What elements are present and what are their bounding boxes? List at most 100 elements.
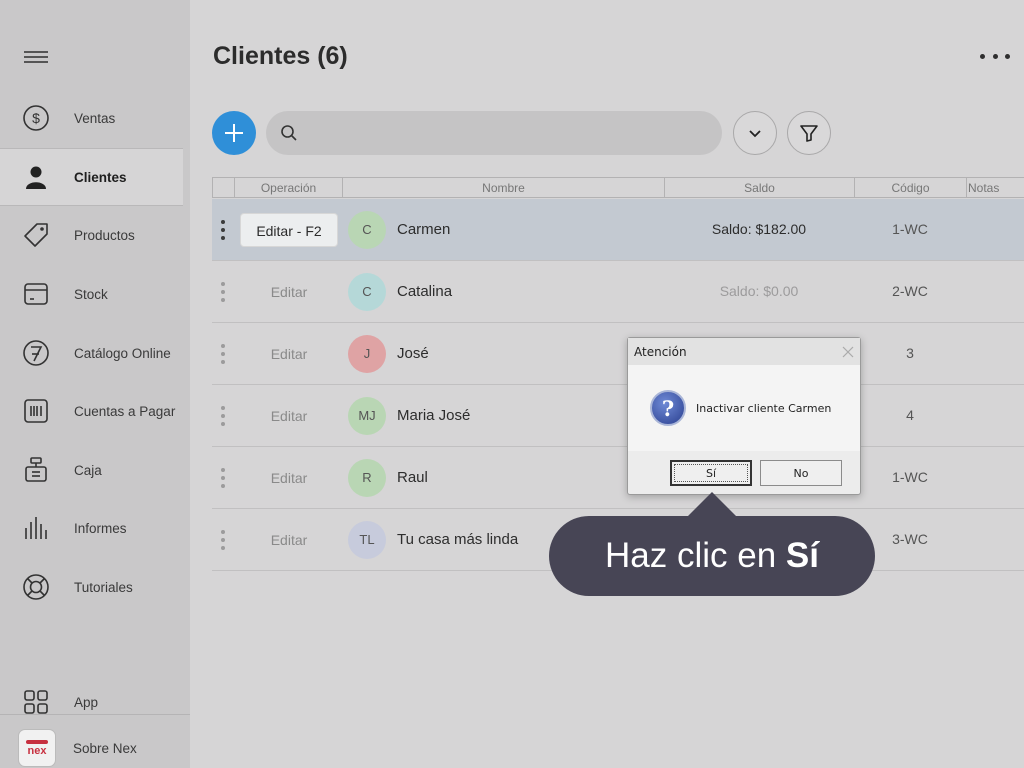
lifebuoy-icon: [21, 572, 51, 602]
row-drag-handle-icon[interactable]: [220, 406, 226, 426]
close-icon[interactable]: [842, 346, 854, 358]
edit-button[interactable]: Editar: [240, 275, 338, 309]
client-name: Maria José: [397, 407, 471, 424]
sidebar-item-label: Sobre Nex: [73, 740, 137, 756]
sidebar-item-stock[interactable]: Stock: [0, 265, 190, 323]
dialog-message: Inactivar cliente Carmen: [696, 401, 832, 415]
sidebar-divider: [0, 714, 190, 715]
edit-button[interactable]: Editar: [240, 337, 338, 371]
table-header: Operación Nombre Saldo Código Notas: [212, 177, 1024, 198]
column-header-codigo[interactable]: Código: [854, 178, 966, 198]
sidebar-item-productos[interactable]: Productos: [0, 206, 190, 264]
client-code: 3: [906, 345, 914, 361]
client-name: Tu casa más linda: [397, 531, 519, 548]
filter-icon: [800, 125, 818, 142]
dialog-titlebar: Atención: [628, 338, 860, 365]
client-code: 2-WC: [892, 283, 928, 299]
sidebar-item-label: Tutoriales: [74, 579, 133, 595]
column-header-operacion[interactable]: Operación: [234, 178, 342, 198]
table-row[interactable]: Editar R Raul 1-WC: [212, 447, 1024, 509]
client-name: Raul: [397, 469, 428, 486]
sidebar-item-label: Productos: [74, 227, 135, 243]
more-options-icon[interactable]: [980, 48, 1010, 64]
column-header-notas[interactable]: Notas: [966, 178, 1024, 198]
sort-dropdown-button[interactable]: [733, 111, 777, 155]
nex-logo-icon: nex: [18, 729, 56, 767]
client-code: 4: [906, 407, 914, 423]
sidebar-item-ventas[interactable]: $ Ventas: [0, 89, 190, 147]
table-row[interactable]: Editar C Catalina Saldo: $0.00 2-WC: [212, 261, 1024, 323]
search-icon: [281, 125, 297, 141]
avatar: MJ: [348, 397, 386, 435]
page-title: Clientes (6): [213, 42, 348, 70]
sidebar-item-label: Catálogo Online: [74, 345, 171, 361]
client-code: 1-WC: [892, 469, 928, 485]
column-header-saldo[interactable]: Saldo: [664, 178, 854, 198]
box-icon: [21, 279, 51, 309]
client-name: Catalina: [397, 283, 453, 300]
sidebar-item-clientes[interactable]: Clientes: [0, 148, 183, 206]
avatar: J: [348, 335, 386, 373]
search-input[interactable]: [308, 125, 708, 141]
question-icon: ?: [650, 390, 686, 426]
client-name: Carmen: [397, 221, 451, 238]
edit-button[interactable]: Editar - F2: [240, 213, 338, 247]
column-header-handle: [212, 178, 234, 198]
add-client-button[interactable]: [212, 111, 256, 155]
tag-icon: [21, 220, 51, 250]
tutorial-tooltip: Haz clic en Sí: [549, 516, 875, 596]
sidebar-item-label: App: [74, 694, 99, 710]
client-code: 1-WC: [892, 221, 928, 237]
cash-register-icon: [21, 455, 51, 485]
table-row[interactable]: Editar - F2 C Carmen Saldo: $182.00 1-WC: [212, 199, 1024, 261]
sidebar-item-caja[interactable]: Caja: [0, 441, 190, 499]
avatar: TL: [348, 521, 386, 559]
table-row[interactable]: Editar J José 3: [212, 323, 1024, 385]
person-icon: [21, 162, 51, 192]
sidebar-item-label: Cuentas a Pagar: [74, 403, 176, 419]
bar-chart-icon: [21, 513, 51, 543]
table-row[interactable]: Editar MJ Maria José 4: [212, 385, 1024, 447]
filter-button[interactable]: [787, 111, 831, 155]
dollar-circle-icon: $: [21, 103, 51, 133]
sidebar-item-informes[interactable]: Informes: [0, 499, 190, 557]
dialog-footer: Sí No: [628, 451, 860, 495]
yes-button[interactable]: Sí: [670, 460, 752, 486]
row-drag-handle-icon[interactable]: [220, 220, 226, 240]
client-saldo: Saldo: $182.00: [711, 221, 807, 237]
edit-button[interactable]: Editar: [240, 461, 338, 495]
sidebar-item-about[interactable]: nex Sobre Nex: [0, 719, 190, 768]
svg-text:$: $: [32, 110, 40, 126]
row-drag-handle-icon[interactable]: [220, 282, 226, 302]
sidebar-item-catalogo[interactable]: Catálogo Online: [0, 324, 190, 382]
menu-icon[interactable]: [24, 48, 48, 68]
sidebar-item-label: Ventas: [74, 110, 116, 126]
edit-button[interactable]: Editar: [240, 399, 338, 433]
sidebar-item-label: Stock: [74, 286, 108, 302]
sidebar-item-label: Caja: [74, 462, 102, 478]
avatar: C: [348, 273, 386, 311]
sidebar-item-label: Clientes: [74, 169, 127, 185]
barcode-icon: [21, 396, 51, 426]
row-drag-handle-icon[interactable]: [220, 344, 226, 364]
row-drag-handle-icon[interactable]: [220, 468, 226, 488]
tooltip-arrow: [686, 492, 738, 518]
chevron-down-icon: [749, 130, 761, 138]
grid-apps-icon: [21, 687, 51, 717]
column-header-nombre[interactable]: Nombre: [342, 178, 664, 198]
no-button[interactable]: No: [760, 460, 842, 486]
edit-button[interactable]: Editar: [240, 523, 338, 557]
confirm-dialog: Atención ? Inactivar cliente Carmen Sí N…: [627, 337, 861, 495]
tooltip-text: Haz clic en: [605, 536, 786, 575]
dialog-title: Atención: [634, 344, 687, 359]
search-bar: [266, 111, 722, 155]
tooltip-text-bold: Sí: [785, 536, 819, 575]
sidebar-item-tutoriales[interactable]: Tutoriales: [0, 558, 190, 616]
avatar: C: [348, 211, 386, 249]
sidebar-item-cuentas[interactable]: Cuentas a Pagar: [0, 382, 190, 440]
sidebar: $ Ventas Clientes Productos Stock Catálo…: [0, 0, 190, 768]
row-drag-handle-icon[interactable]: [220, 530, 226, 550]
plus-icon: [225, 124, 243, 142]
avatar: R: [348, 459, 386, 497]
sidebar-item-label: Informes: [74, 520, 127, 536]
